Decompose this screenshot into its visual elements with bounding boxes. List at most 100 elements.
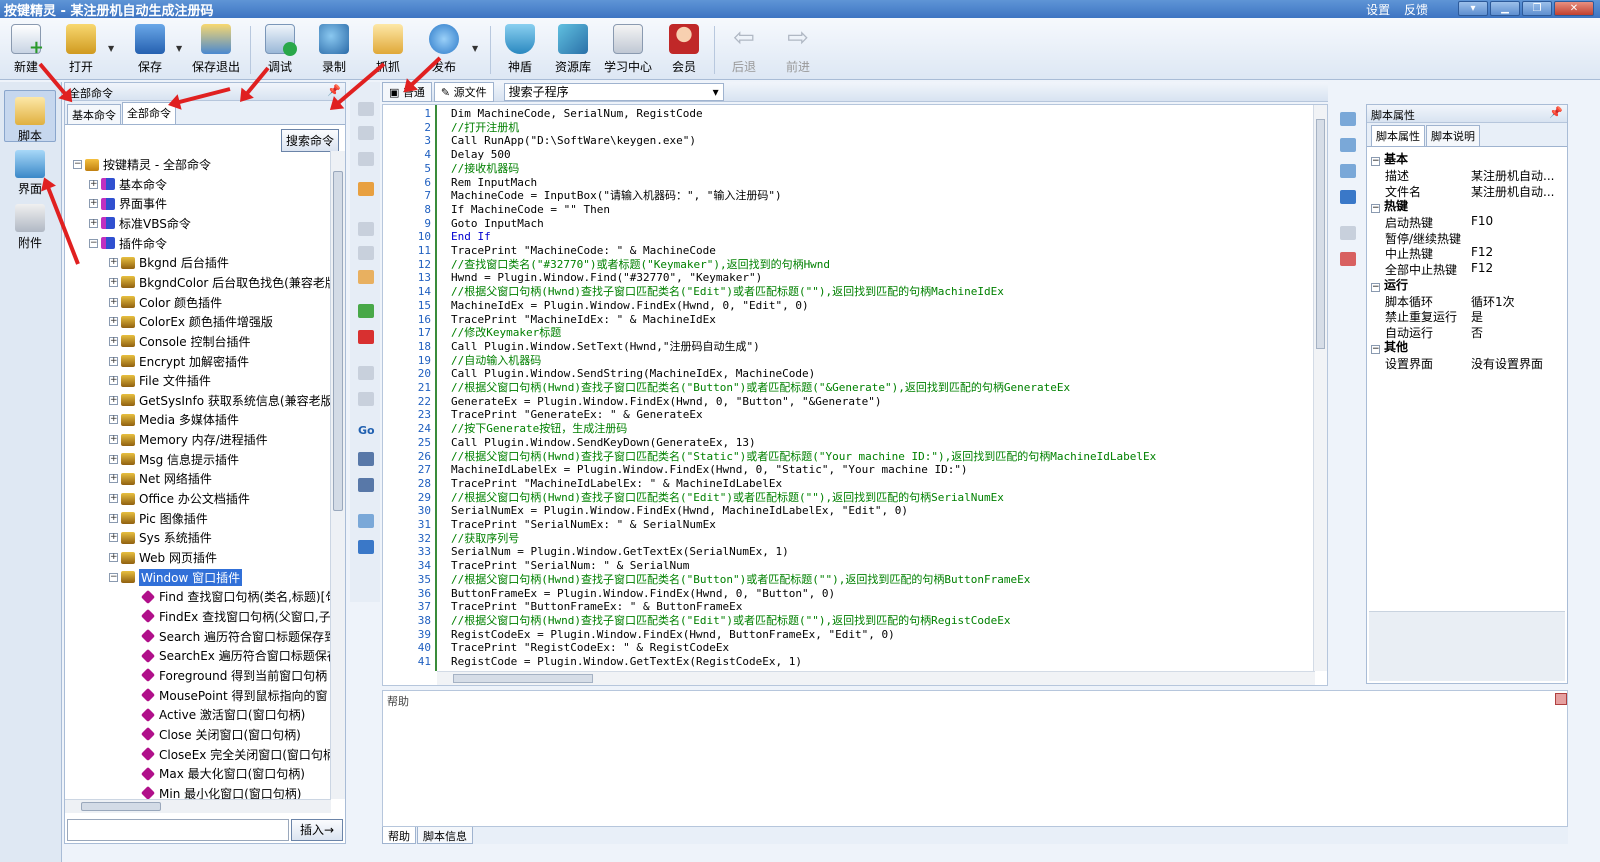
code-line[interactable]: //根据父窗口句柄(Hwnd)查找子窗口匹配类名("Static")或者匹配标题… — [451, 450, 1156, 464]
expander-icon[interactable]: + — [109, 395, 118, 405]
expander-icon[interactable]: + — [109, 474, 118, 484]
code-line[interactable]: SerialNumEx = Plugin.Window.FindEx(Hwnd,… — [451, 504, 908, 518]
save-dropdown-icon[interactable]: ▼ — [176, 44, 182, 53]
tree-node[interactable]: + Encrypt 加解密插件 — [109, 352, 331, 371]
code-line[interactable]: GenerateEx = Plugin.Window.FindEx(Hwnd, … — [451, 395, 881, 409]
code-line[interactable]: //查找窗口类名("#32770")或者标题("Keymaker"),返回找到的… — [451, 258, 830, 272]
sidebar-item-script[interactable]: 脚本 — [4, 90, 56, 143]
prop-tool-icon-2[interactable] — [1340, 138, 1356, 152]
code-line[interactable]: Dim MachineCode, SerialNum, RegistCode — [451, 107, 703, 121]
uncomment-icon[interactable] — [358, 330, 374, 344]
property-value[interactable]: 循环1次 — [1471, 293, 1563, 309]
property-row[interactable]: 中止热键 F12 — [1385, 245, 1565, 261]
tree-node[interactable]: + Office 办公文档插件 — [109, 489, 331, 508]
property-value[interactable]: 是 — [1471, 308, 1563, 324]
expander-icon[interactable]: + — [109, 494, 118, 504]
code-line[interactable]: Delay 500 — [451, 148, 511, 162]
property-value[interactable]: F12 — [1471, 245, 1563, 261]
tool-icon-2[interactable] — [358, 126, 374, 140]
expander-icon[interactable]: + — [109, 513, 118, 523]
tree-node[interactable]: + BkgndColor 后台取色找色(兼容老版 — [109, 273, 331, 292]
code-line[interactable]: //根据父窗口句柄(Hwnd)查找子窗口匹配类名("Edit")或者匹配标题("… — [451, 285, 1004, 299]
dropdown-window-button[interactable]: ▾ — [1458, 1, 1488, 16]
tab-help[interactable]: 帮助 — [382, 827, 416, 844]
property-value[interactable] — [1471, 230, 1563, 246]
tree-node[interactable]: + Web 网页插件 — [109, 548, 331, 567]
minimize-button[interactable]: ▁ — [1490, 1, 1520, 16]
code-line[interactable]: RegistCode = Plugin.Window.GetTextEx(Reg… — [451, 655, 802, 669]
expander-icon[interactable]: + — [109, 415, 118, 425]
property-value[interactable]: 否 — [1471, 324, 1563, 340]
expander-icon[interactable]: + — [109, 376, 118, 386]
property-group[interactable]: − 基本 — [1371, 151, 1408, 167]
expander-icon[interactable]: + — [89, 218, 98, 228]
code-line[interactable]: Call RunApp("D:\SoftWare\keygen.exe") — [451, 134, 696, 148]
property-value[interactable]: F12 — [1471, 261, 1563, 277]
go-icon[interactable]: Go — [358, 424, 375, 438]
code-line[interactable]: Call Plugin.Window.SetText(Hwnd,"注册码自动生成… — [451, 340, 760, 354]
expander-icon[interactable]: + — [109, 277, 118, 287]
code-line[interactable]: MachineIdLabelEx = Plugin.Window.FindEx(… — [451, 463, 968, 477]
property-group[interactable]: − 其他 — [1371, 339, 1408, 355]
code-line[interactable]: TracePrint "MachineIdEx: " & MachineIdEx — [451, 313, 716, 327]
property-row[interactable]: 自动运行 否 — [1385, 324, 1565, 340]
tab-script-properties[interactable]: 脚本属性 — [1371, 125, 1425, 146]
tree-node[interactable]: CloseEx 完全关闭窗口(窗口句柄 — [141, 745, 331, 764]
tool-icon-1[interactable] — [358, 102, 374, 116]
publish-dropdown-icon[interactable]: ▼ — [472, 44, 478, 53]
expander-icon[interactable]: − — [89, 238, 98, 248]
tree-node[interactable]: SearchEx 遍历符合窗口标题保存 — [141, 646, 331, 665]
tree-node[interactable]: + Color 颜色插件 — [109, 293, 331, 312]
prop-tool-icon-4[interactable] — [1340, 190, 1356, 204]
code-line[interactable]: TracePrint "SerialNum: " & SerialNum — [451, 559, 689, 573]
tool-icon-7[interactable] — [358, 270, 374, 284]
tool-icon-5[interactable] — [358, 222, 374, 236]
expander-icon[interactable]: + — [89, 199, 98, 209]
prop-tool-icon-1[interactable] — [1340, 112, 1356, 126]
code-line[interactable]: Call Plugin.Window.SendString(MachineIdE… — [451, 367, 815, 381]
tree-node[interactable]: − 按键精灵 - 全部命令 — [73, 155, 331, 174]
tree-node[interactable]: MousePoint 得到鼠标指向的窗 — [141, 686, 331, 705]
code-line[interactable]: End If — [451, 230, 491, 244]
tree-node[interactable]: + Sys 系统插件 — [109, 528, 331, 547]
code-line[interactable]: TracePrint "SerialNumEx: " & SerialNumEx — [451, 518, 716, 532]
expander-icon[interactable]: + — [109, 356, 118, 366]
hand-icon[interactable] — [358, 182, 374, 196]
code-line[interactable]: //修改Keymaker标题 — [451, 326, 561, 340]
code-line[interactable]: TracePrint "MachineCode: " & MachineCode — [451, 244, 716, 258]
tree-node[interactable]: + Net 网络插件 — [109, 469, 331, 488]
collapse-icon[interactable]: − — [1371, 282, 1380, 292]
tree-node[interactable]: + Bkgnd 后台插件 — [109, 253, 331, 272]
code-editor[interactable]: 1 2 3 4 5 6 7 8 9 10 11 12 13 14 15 16 17 18 19 20 21 22 23 24 2… — [382, 104, 1328, 686]
expander-icon[interactable]: + — [89, 179, 98, 189]
tree-horizontal-scrollbar[interactable] — [65, 799, 331, 813]
open-dropdown-icon[interactable]: ▼ — [108, 44, 114, 53]
code-line[interactable]: MachineIdEx = Plugin.Window.FindEx(Hwnd,… — [451, 299, 809, 313]
forward-button[interactable]: ⇨ 前进 — [778, 22, 818, 78]
close-button[interactable]: ✕ — [1554, 1, 1594, 16]
code-line[interactable]: //根据父窗口句柄(Hwnd)查找子窗口匹配类名("Edit")或者匹配标题("… — [451, 614, 1011, 628]
tree-node[interactable]: + Media 多媒体插件 — [109, 410, 331, 429]
command-input[interactable] — [67, 819, 289, 841]
property-row[interactable]: 暂停/继续热键 — [1385, 230, 1565, 246]
expander-icon[interactable]: + — [109, 533, 118, 543]
eye-icon[interactable] — [358, 540, 374, 554]
save-exit-button[interactable]: 保存退出 — [190, 22, 242, 78]
tree-node[interactable]: Min 最小化窗口(窗口句柄) — [141, 784, 331, 799]
property-row[interactable]: 脚本循环 循环1次 — [1385, 293, 1565, 309]
property-row[interactable]: 全部中止热键 F12 — [1385, 261, 1565, 277]
prop-tool-icon-3[interactable] — [1340, 164, 1356, 178]
collapse-icon[interactable]: − — [1371, 204, 1380, 214]
tree-node[interactable]: FindEx 查找窗口句柄(父窗口,子 — [141, 607, 331, 626]
tree-node[interactable]: + ColorEx 颜色插件增强版 — [109, 312, 331, 331]
comment-icon[interactable] — [358, 304, 374, 318]
property-row[interactable]: 启动热键 F10 — [1385, 214, 1565, 230]
restore-button[interactable]: ❐ — [1522, 1, 1552, 16]
tree-node[interactable]: Active 激活窗口(窗口句柄) — [141, 705, 331, 724]
property-group[interactable]: − 运行 — [1371, 277, 1408, 293]
subroutine-select[interactable]: 搜索子程序 ▾ — [503, 82, 724, 101]
code-line[interactable]: TracePrint "RegistCodeEx: " & RegistCode… — [451, 641, 729, 655]
tab-script-description[interactable]: 脚本说明 — [1426, 125, 1480, 146]
shield-button[interactable]: 神盾 — [500, 22, 540, 78]
tree-node[interactable]: Search 遍历符合窗口标题保存到 — [141, 627, 331, 646]
